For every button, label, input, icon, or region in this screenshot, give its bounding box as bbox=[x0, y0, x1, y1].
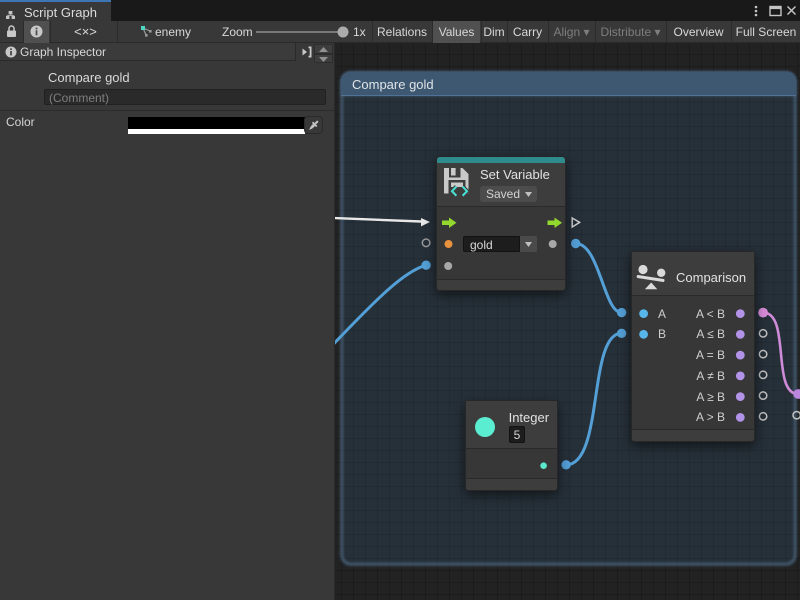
svg-text:1x: 1x bbox=[353, 25, 366, 39]
